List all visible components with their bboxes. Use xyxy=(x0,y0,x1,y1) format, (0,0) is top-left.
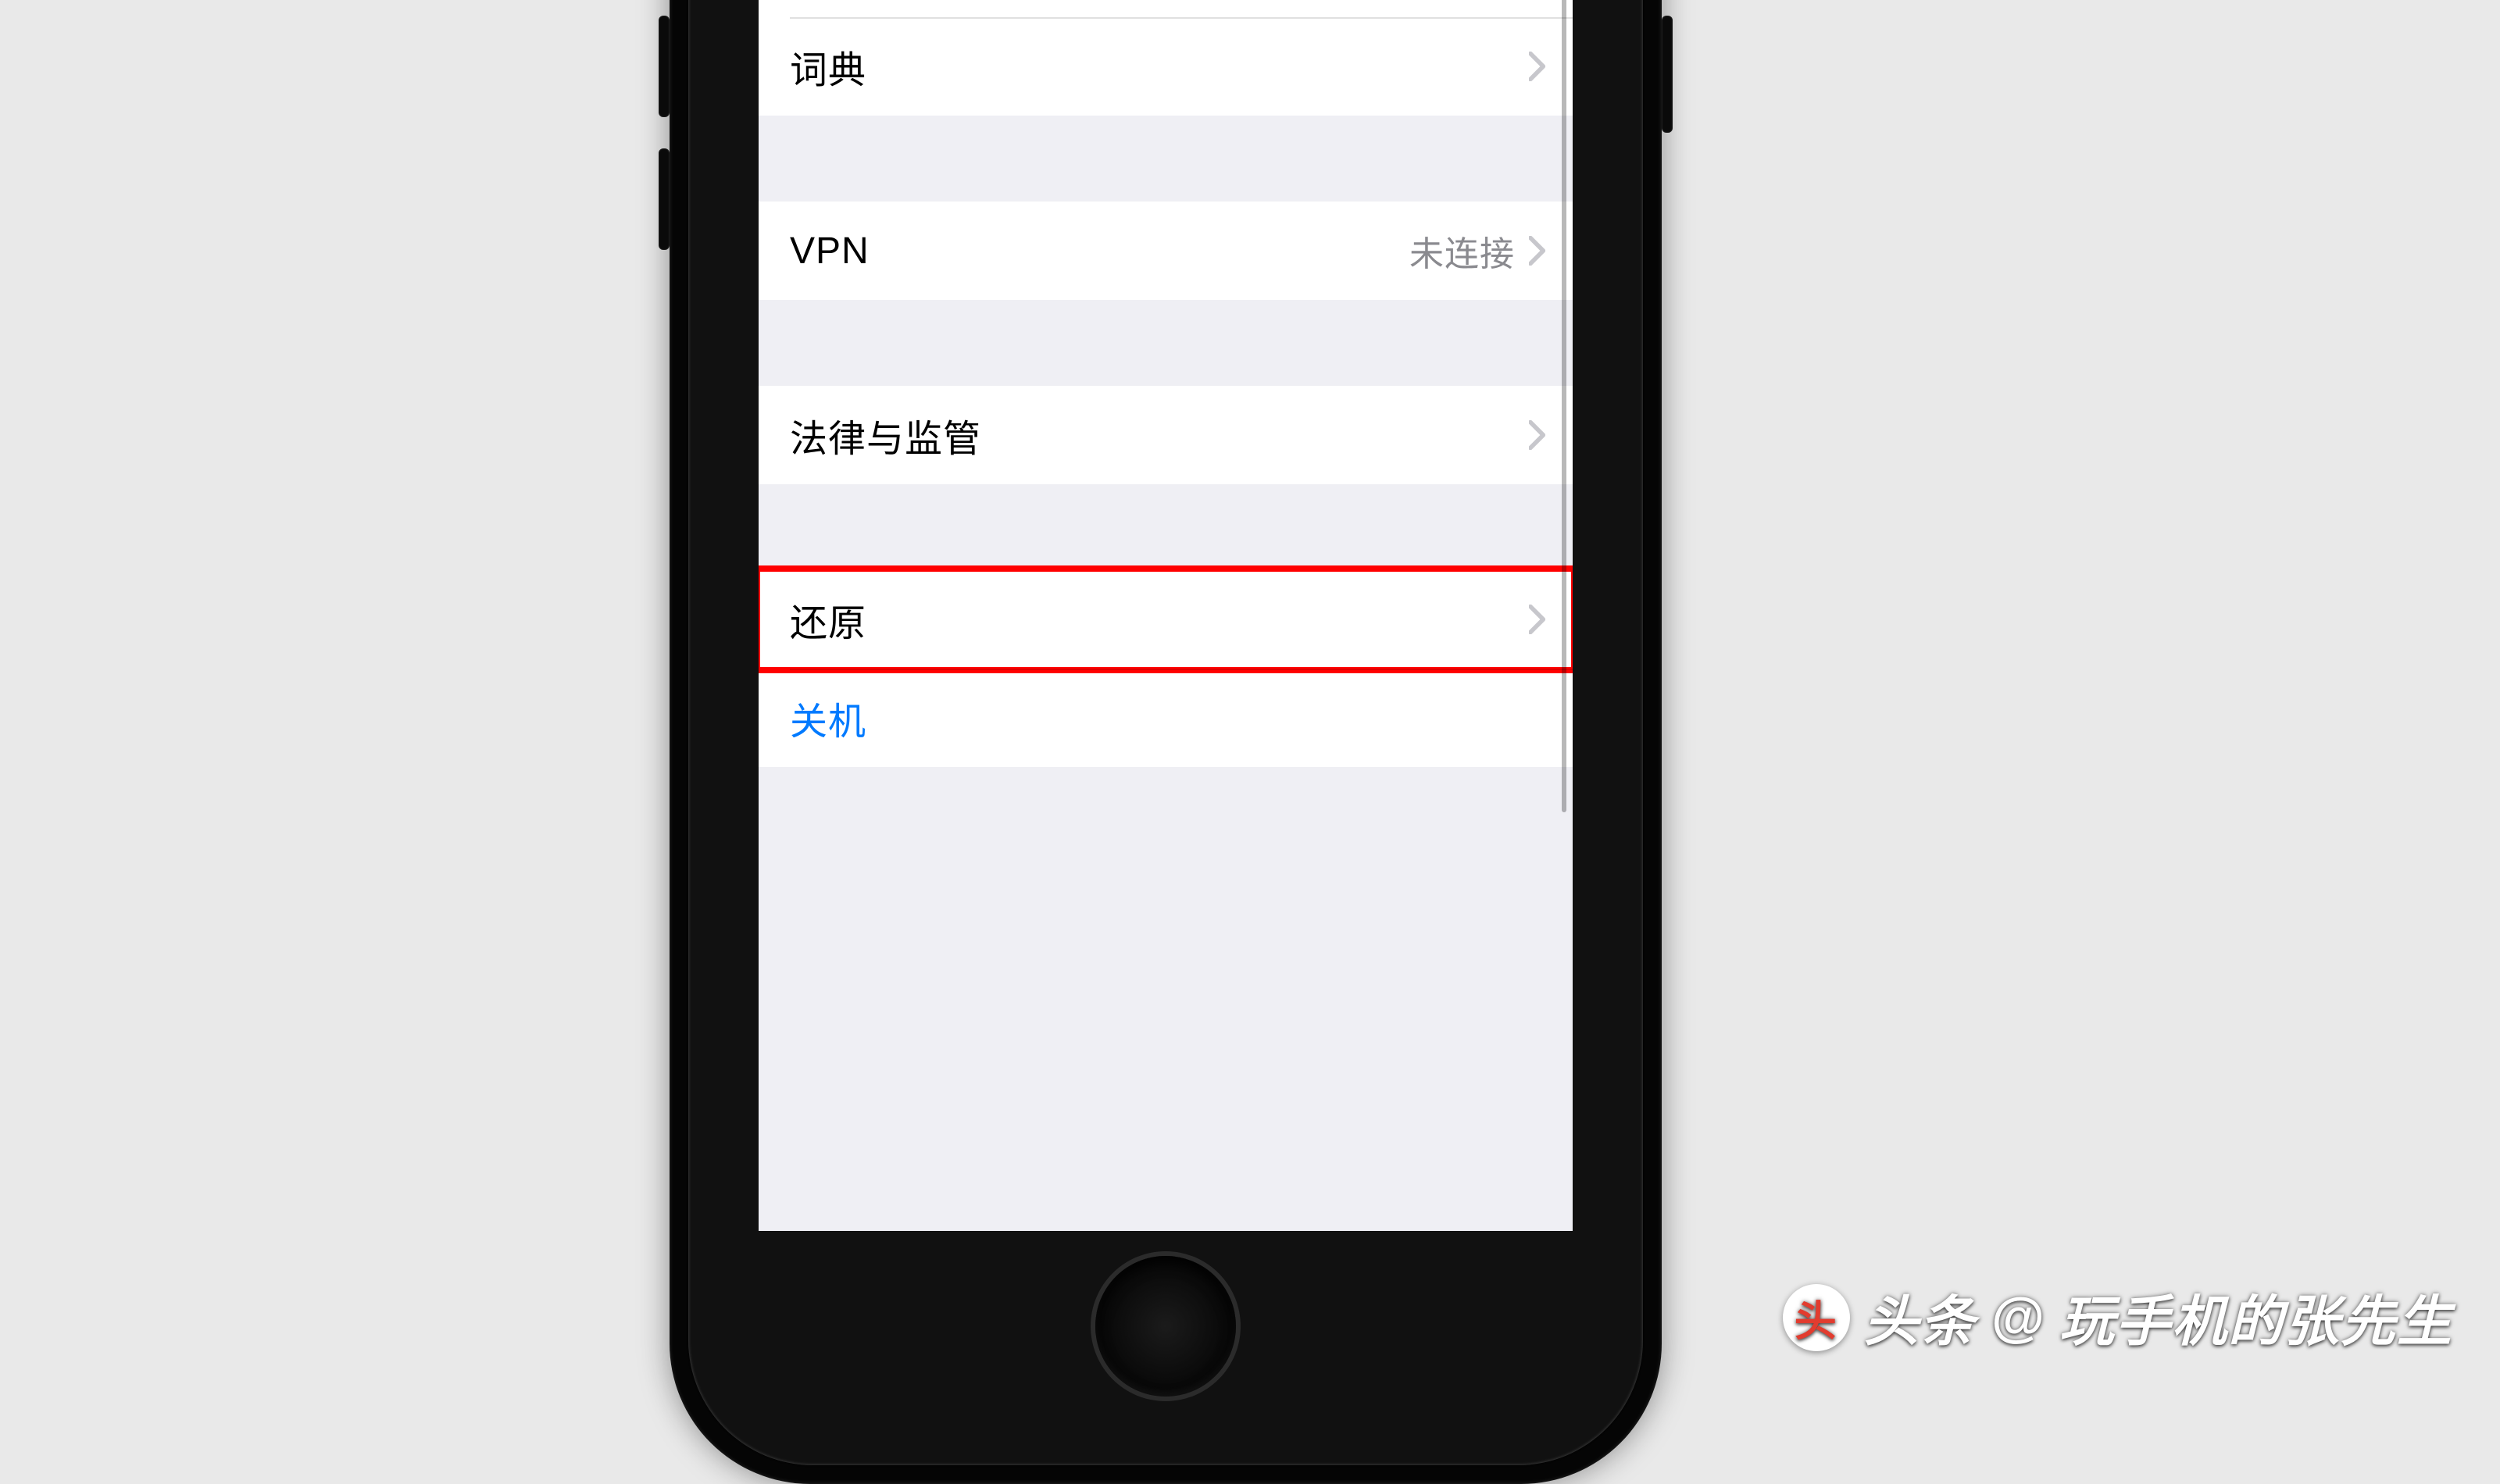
home-button[interactable] xyxy=(1095,1256,1236,1397)
chevron-right-icon xyxy=(1529,605,1546,634)
chevron-right-icon xyxy=(1529,420,1546,450)
settings-group-vpn: VPN 未连接 xyxy=(759,202,1573,300)
settings-group-input: 键盘 字体 语言与地区 xyxy=(759,0,1573,116)
chevron-right-icon xyxy=(1529,236,1546,266)
watermark: 头 头条 @ 玩手机的张先生 xyxy=(1783,1278,2453,1357)
phone-frame: 键盘 字体 语言与地区 xyxy=(670,0,1662,1484)
cell-label: 还原 xyxy=(790,592,1529,647)
cell-legal-regulatory[interactable]: 法律与监管 xyxy=(759,386,1573,484)
cell-reset[interactable]: 还原 xyxy=(759,570,1573,669)
toutiao-logo-icon: 头 xyxy=(1783,1284,1850,1351)
logo-text: 头 xyxy=(1795,1286,1838,1348)
volume-up-button[interactable] xyxy=(659,16,670,117)
cell-language-region[interactable]: 语言与地区 xyxy=(759,0,1573,17)
cell-dictionary[interactable]: 词典 xyxy=(759,17,1573,116)
volume-down-button[interactable] xyxy=(659,148,670,250)
settings-group-reset: 还原 关机 xyxy=(759,570,1573,767)
phone-bezel: 键盘 字体 语言与地区 xyxy=(688,0,1643,1465)
cell-label: VPN xyxy=(790,230,1409,273)
watermark-at: @ xyxy=(1991,1286,2045,1349)
cell-shutdown[interactable]: 关机 xyxy=(759,669,1573,767)
cell-vpn[interactable]: VPN 未连接 xyxy=(759,202,1573,300)
watermark-brand: 头条 xyxy=(1864,1278,1977,1357)
cell-label: 关机 xyxy=(790,690,1546,745)
settings-group-legal: 法律与监管 xyxy=(759,386,1573,484)
power-button[interactable] xyxy=(1662,16,1673,133)
cell-label: 法律与监管 xyxy=(790,408,1529,462)
chevron-right-icon xyxy=(1529,52,1546,81)
scrollbar[interactable] xyxy=(1562,0,1566,812)
cell-value: 未连接 xyxy=(1409,226,1515,276)
watermark-author: 玩手机的张先生 xyxy=(2059,1278,2453,1357)
cell-label: 词典 xyxy=(790,39,1529,94)
phone-screen: 键盘 字体 语言与地区 xyxy=(759,0,1573,1231)
